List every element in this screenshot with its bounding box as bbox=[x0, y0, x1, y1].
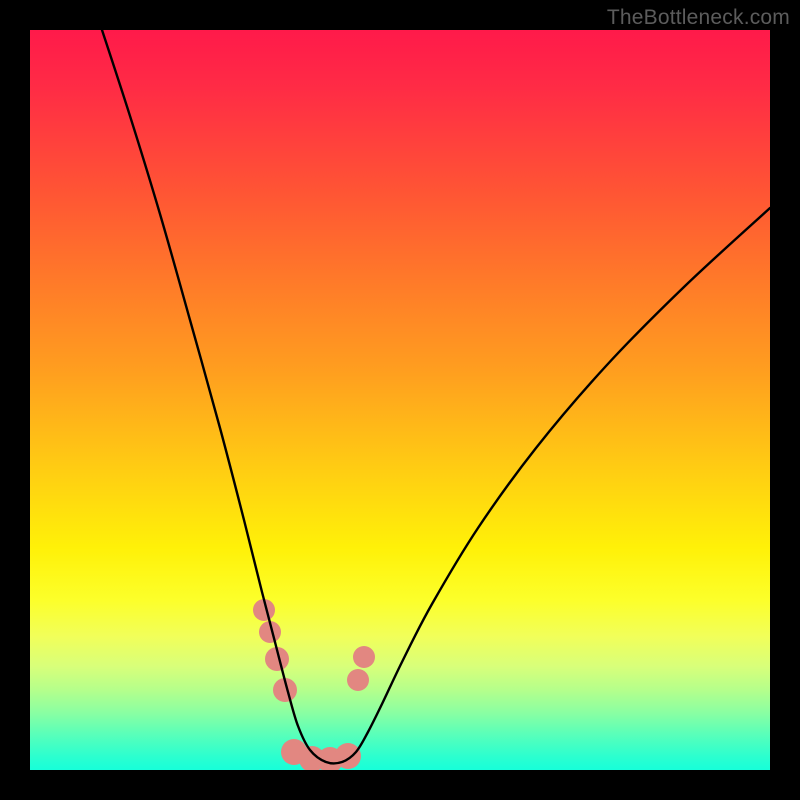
bottleneck-curve bbox=[102, 30, 770, 763]
marker-dot bbox=[347, 669, 369, 691]
curve-svg bbox=[30, 30, 770, 770]
watermark-text: TheBottleneck.com bbox=[607, 6, 790, 30]
marker-dot bbox=[335, 743, 361, 769]
marker-dot bbox=[353, 646, 375, 668]
chart-frame: TheBottleneck.com bbox=[0, 0, 800, 800]
plot-area bbox=[30, 30, 770, 770]
